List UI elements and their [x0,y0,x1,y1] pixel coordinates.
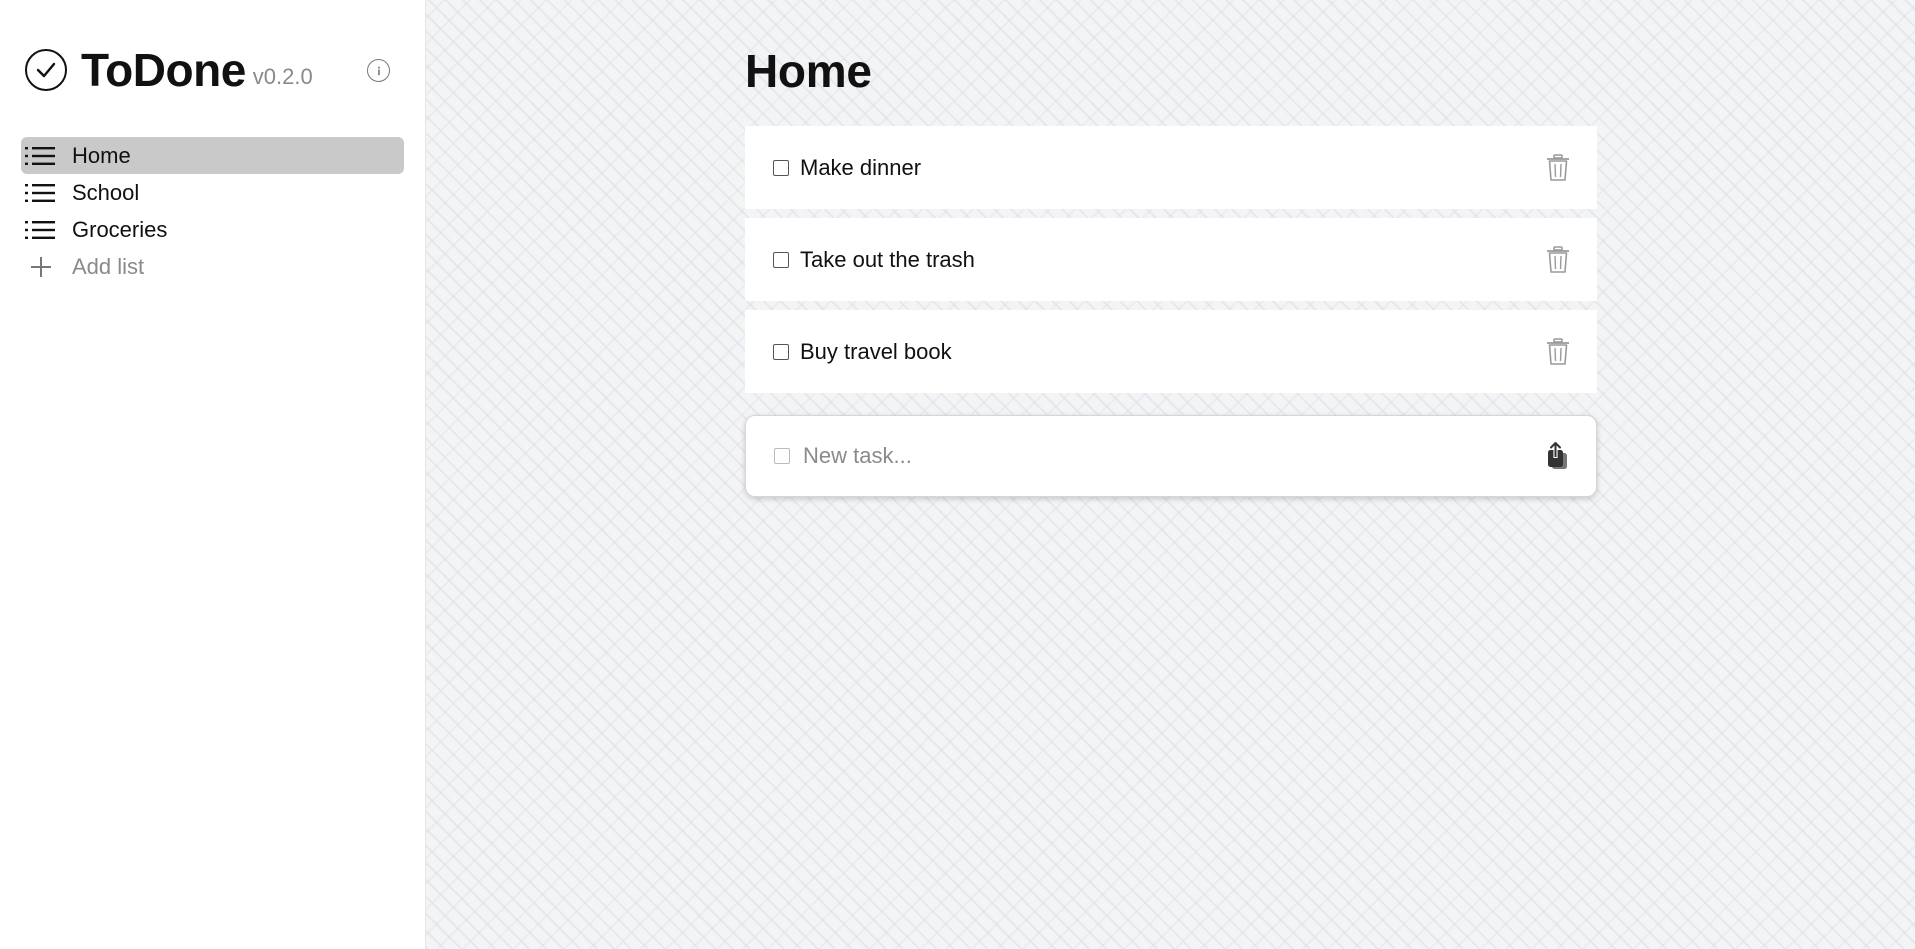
sidebar-item-label: School [72,179,140,205]
list-icon [25,145,57,167]
task-label[interactable]: Make dinner [800,155,1545,181]
main-panel: Home Make dinner Take out the trash Buy … [426,0,1915,949]
main-content: Home Make dinner Take out the trash Buy … [745,0,1597,497]
task-item: Buy travel book [745,310,1597,393]
task-label[interactable]: Buy travel book [800,339,1545,365]
task-label[interactable]: Take out the trash [800,247,1545,273]
sidebar-item-label: Groceries [72,216,168,242]
new-task-input[interactable] [803,443,1544,469]
trash-icon[interactable] [1545,245,1571,275]
page-title: Home [745,45,872,97]
task-checkbox[interactable] [773,251,789,268]
trash-icon[interactable] [1545,337,1571,367]
check-circle-icon [25,49,67,91]
brand-header: ToDone v0.2.0 [21,0,404,140]
new-task-checkbox [774,448,790,464]
trash-icon[interactable] [1545,153,1571,183]
list-icon [25,182,57,204]
task-checkbox[interactable] [773,343,789,360]
sidebar-item-school[interactable]: School [21,174,404,211]
task-item: Make dinner [745,126,1597,209]
add-list-button[interactable]: Add list [21,248,404,285]
sidebar: ToDone v0.2.0 Home School Groceries Add … [0,0,426,949]
info-icon[interactable] [367,59,390,82]
sidebar-item-label: Home [72,142,131,168]
sidebar-item-groceries[interactable]: Groceries [21,211,404,248]
task-checkbox[interactable] [773,159,789,176]
share-upload-icon[interactable] [1544,440,1570,472]
list-icon [25,219,57,241]
add-list-label: Add list [72,253,145,279]
app-title: ToDone [81,44,246,96]
plus-icon [25,256,57,278]
app-version: v0.2.0 [252,64,313,89]
sidebar-item-home[interactable]: Home [21,137,404,174]
new-task-bar [745,415,1597,497]
task-item: Take out the trash [745,218,1597,301]
task-list: Make dinner Take out the trash Buy trave… [745,126,1597,393]
lists-nav: Home School Groceries [21,137,404,248]
